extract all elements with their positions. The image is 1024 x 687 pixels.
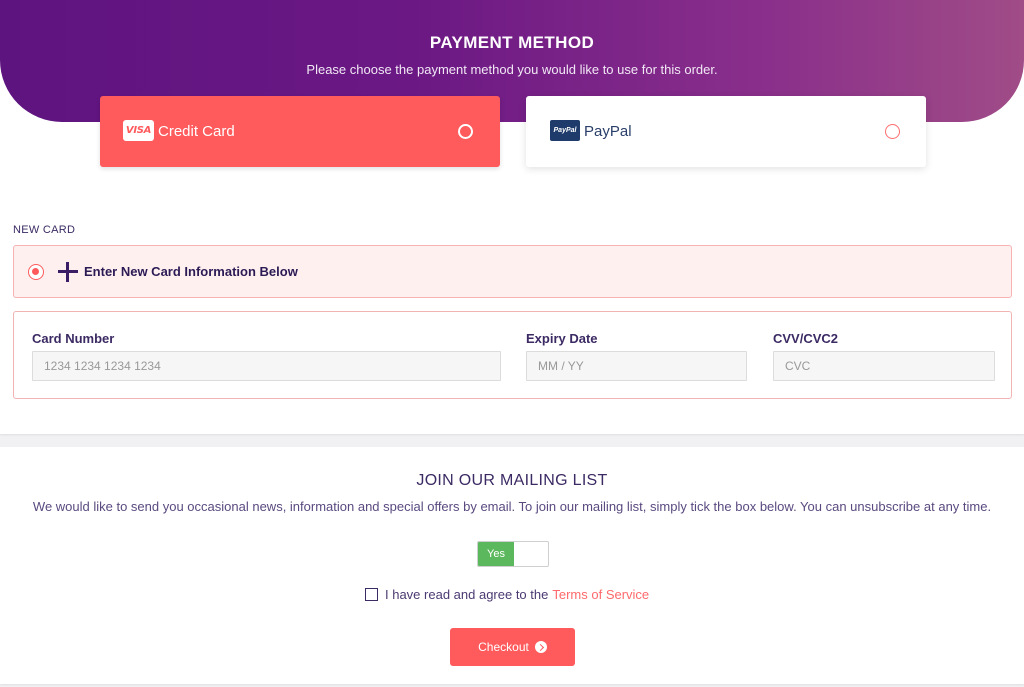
toggle-yes-label: Yes [478, 542, 514, 566]
page-title: PAYMENT METHOD [429, 33, 595, 52]
visa-icon: VISA [123, 120, 154, 141]
card-number-input[interactable] [32, 351, 501, 381]
new-card-section-label: NEW CARD [13, 224, 76, 236]
paypal-radio[interactable] [885, 124, 900, 139]
credit-card-radio[interactable] [458, 124, 473, 139]
mailing-list-title: JOIN OUR MAILING LIST [416, 472, 608, 489]
mailing-list-panel: JOIN OUR MAILING LIST We would like to s… [0, 447, 1024, 684]
card-number-label: Card Number [32, 331, 115, 346]
payment-panel: PAYMENT METHOD Please choose the payment… [0, 0, 1024, 434]
cvv-input[interactable] [773, 351, 995, 381]
mailing-list-toggle[interactable]: Yes [477, 541, 549, 567]
plus-icon [58, 262, 78, 282]
mailing-list-text: We would like to send you occasional new… [32, 499, 992, 514]
paypal-icon: PayPal [550, 120, 580, 141]
new-card-option-text: Enter New Card Information Below [84, 264, 298, 279]
page-subtitle: Please choose the payment method you wou… [306, 62, 718, 77]
paypal-label: PayPal [584, 123, 632, 140]
terms-text: I have read and agree to the [385, 586, 549, 602]
checkout-button[interactable]: Checkout [450, 628, 575, 666]
credit-card-option[interactable]: VISA Credit Card [100, 96, 500, 167]
terms-agreement: I have read and agree to the Terms of Se… [365, 586, 649, 602]
credit-card-label: Credit Card [158, 123, 235, 140]
checkout-label: Checkout [478, 640, 529, 654]
card-details-form: Card Number Expiry Date CVV/CVC2 [13, 311, 1012, 399]
new-card-radio[interactable] [28, 264, 44, 280]
new-card-option[interactable]: Enter New Card Information Below [13, 245, 1012, 298]
paypal-option[interactable]: PayPal PayPal [526, 96, 926, 167]
terms-of-service-link[interactable]: Terms of Service [552, 587, 649, 602]
terms-checkbox[interactable] [365, 587, 378, 601]
expiry-date-label: Expiry Date [526, 331, 598, 346]
arrow-circle-right-icon [534, 641, 547, 653]
expiry-date-input[interactable] [526, 351, 747, 381]
cvv-label: CVV/CVC2 [773, 331, 839, 346]
